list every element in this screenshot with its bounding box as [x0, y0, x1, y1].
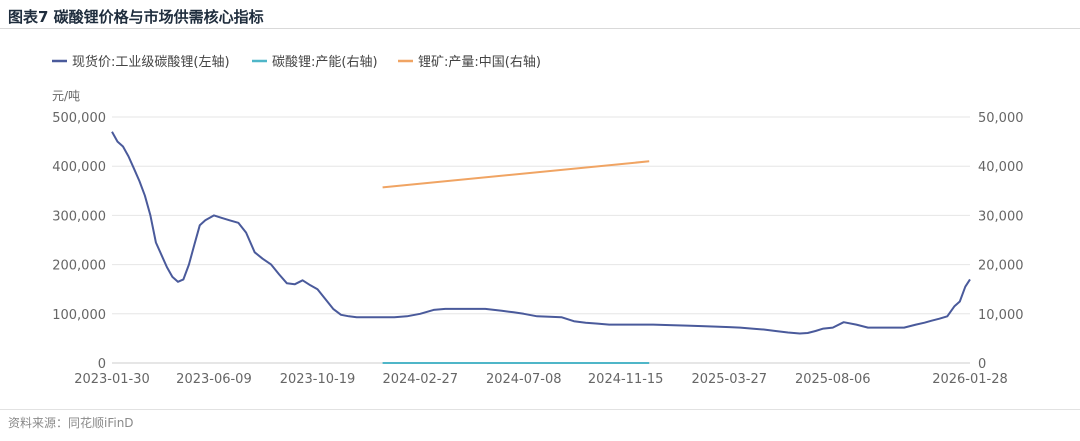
x-tick-label: 2024-02-27	[382, 372, 458, 387]
legend-label: 碳酸锂:产能(右轴)	[272, 55, 378, 70]
y-right-tick-label: 30,000	[978, 209, 1024, 224]
chart-canvas: 0 0 100,000 10,000 200,000 20,000 300,000 30,00…	[52, 54, 1024, 387]
y-left-tick-label: 200,000	[52, 259, 106, 274]
x-tick-label: 2025-08-06	[795, 372, 871, 387]
y-right-tick-label: 10,000	[978, 308, 1024, 323]
x-tick-label: 2025-03-27	[691, 372, 767, 387]
y-left-tick-label: 100,000	[52, 308, 106, 323]
x-tick-label: 2023-10-19	[280, 372, 356, 387]
legend-label: 锂矿:产量:中国(右轴)	[418, 55, 541, 70]
source-note: 资料来源：同花顺iFinD	[8, 416, 134, 430]
series-line	[382, 160, 650, 189]
x-tick-label: 2026-01-28	[932, 372, 1008, 387]
y-left-unit-label: 元/吨	[52, 89, 80, 103]
y-right-tick-label: 50,000	[978, 111, 1024, 126]
x-tick-label: 2023-06-09	[176, 372, 252, 387]
y-left-tick-label: 300,000	[52, 209, 106, 224]
x-tick-label: 2024-07-08	[486, 372, 562, 387]
y-right-tick-label: 0	[978, 357, 986, 372]
y-left-tick-label: 400,000	[52, 160, 106, 175]
legend-label: 现货价:工业级碳酸锂(左轴)	[72, 54, 230, 70]
x-tick-label: 2024-11-15	[588, 372, 664, 387]
source-divider	[0, 409, 1080, 410]
x-tick-label: 2023-01-30	[74, 372, 150, 387]
y-left-tick-label: 500,000	[52, 111, 106, 126]
y-left-tick-label: 0	[98, 357, 106, 372]
y-right-tick-label: 40,000	[978, 160, 1024, 175]
series-line	[111, 131, 971, 335]
y-right-tick-label: 20,000	[978, 259, 1024, 274]
